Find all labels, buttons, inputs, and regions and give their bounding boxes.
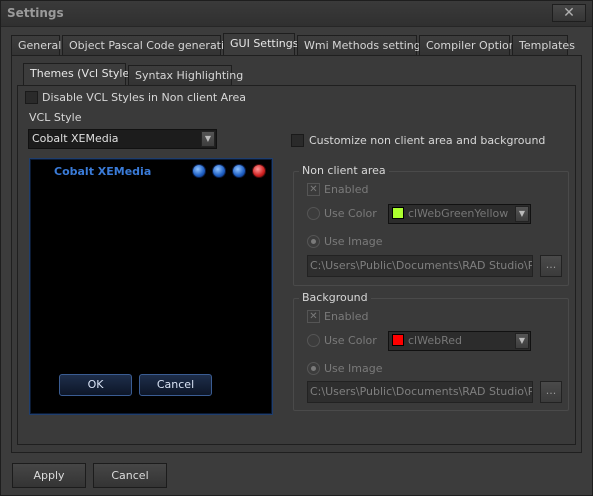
settings-window: Settings ✕ General Object Pascal Code ge… [0,0,593,496]
vcl-style-label: VCL Style [29,111,82,124]
help-orb-icon [192,164,206,178]
vcl-style-value: Cobalt XEMedia [32,132,119,145]
tab-compiler-options[interactable]: Compiler Options [419,35,521,55]
non-client-area-title: Non client area [299,164,389,177]
bg-color-swatch [392,334,404,346]
nca-color-swatch [392,207,404,219]
window-title: Settings [7,6,64,20]
close-orb-icon [252,164,266,178]
nca-use-image-radio[interactable] [307,235,320,248]
title-bar: Settings ✕ [1,1,592,27]
nca-image-path-field[interactable]: C:\Users\Public\Documents\RAD Studio\Pro… [307,255,533,277]
bg-color-value: clWebRed [408,334,462,347]
tab-syntax-highlighting[interactable]: Syntax Highlighting [128,65,243,85]
bg-use-color-label: Use Color [324,334,377,347]
chevron-down-icon: ▼ [515,206,529,222]
bg-use-image-radio[interactable] [307,362,320,375]
chevron-down-icon: ▼ [201,131,215,147]
nca-use-color-label: Use Color [324,207,377,220]
nca-enabled-label: Enabled [324,183,369,196]
disable-vcl-non-client-checkbox[interactable] [25,91,38,104]
tab-general[interactable]: General [11,35,61,55]
nca-color-value: clWebGreenYellow [408,207,509,220]
close-button[interactable]: ✕ [552,4,586,22]
tab-object-pascal-code-generation[interactable]: Object Pascal Code generation [62,35,238,55]
bg-enabled-label: Enabled [324,310,369,323]
disable-vcl-non-client-label: Disable VCL Styles in Non client Area [42,91,246,104]
customize-non-client-label: Customize non client area and background [309,134,546,147]
bg-use-color-radio[interactable] [307,334,320,347]
tab-templates[interactable]: Templates [512,35,575,55]
nca-enabled-checkbox[interactable]: ✕ [307,183,320,196]
bg-use-image-label: Use Image [324,362,383,375]
tab-wmi-methods-settings[interactable]: Wmi Methods settings [297,35,427,55]
nca-use-image-label: Use Image [324,235,383,248]
chevron-down-icon: ▼ [515,333,529,349]
background-title: Background [299,291,371,304]
tab-gui-settings[interactable]: GUI Settings [223,33,298,55]
maximize-orb-icon [232,164,246,178]
bg-browse-button[interactable]: ... [540,381,562,403]
nca-browse-button[interactable]: ... [540,255,562,277]
preview-ok-button[interactable]: OK [59,374,132,396]
bg-enabled-checkbox[interactable]: ✕ [307,310,320,323]
tab-themes-vcl-styles[interactable]: Themes (Vcl Styles) [23,63,139,85]
preview-cancel-button[interactable]: Cancel [139,374,212,396]
cancel-button[interactable]: Cancel [93,463,167,488]
apply-button[interactable]: Apply [12,463,86,488]
minimize-orb-icon [212,164,226,178]
style-preview: Cobalt XEMedia OK Cancel [29,158,273,415]
preview-title: Cobalt XEMedia [54,165,152,178]
nca-color-select[interactable]: clWebGreenYellow ▼ [388,204,531,224]
bg-image-path-field[interactable]: C:\Users\Public\Documents\RAD Studio\Pro… [307,381,533,403]
customize-non-client-checkbox[interactable] [291,134,304,147]
nca-use-color-radio[interactable] [307,207,320,220]
bg-color-select[interactable]: clWebRed ▼ [388,331,531,351]
vcl-style-select[interactable]: Cobalt XEMedia ▼ [28,129,217,149]
